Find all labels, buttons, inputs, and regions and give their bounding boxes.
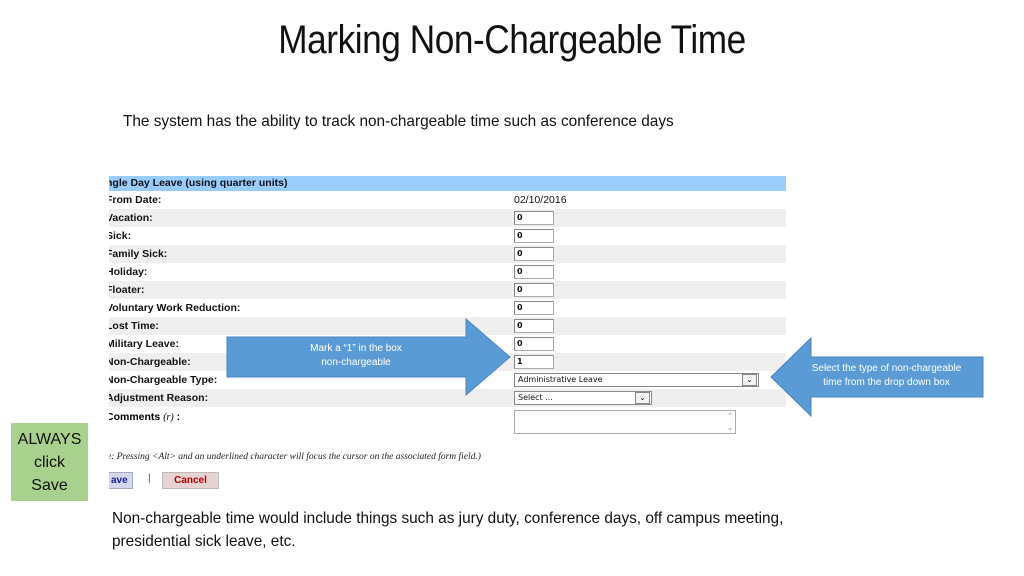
field-label: Holiday: (109, 266, 148, 278)
intro-text: The system has the ability to track non-… (123, 113, 674, 130)
save-button[interactable]: ave (109, 472, 133, 489)
field-label: Non-Chargeable Type: (109, 374, 218, 386)
holiday-input[interactable]: 0 (514, 265, 554, 279)
field-label: Adjustment Reason: (109, 392, 209, 404)
callout-line: Mark a “1” in the box (310, 343, 402, 354)
field-label: Sick: (109, 230, 132, 242)
button-separator: | (148, 473, 151, 484)
comments-hint: (r) (163, 412, 174, 423)
non-chargeable-type-select[interactable]: Administrative Leave ⌄ (514, 373, 759, 387)
note-line: Save (31, 477, 68, 494)
always-click-save-note: ALWAYS click Save (11, 423, 88, 501)
chevron-down-icon[interactable]: ⌄ (742, 374, 757, 386)
sick-input[interactable]: 0 (514, 229, 554, 243)
callout-arrow-left: Select the type of non-chargeable time f… (770, 336, 985, 418)
select-value: Administrative Leave (518, 375, 603, 384)
form-row-family-sick: Family Sick: 0 (109, 245, 786, 263)
note-line: click (33, 454, 66, 471)
chevron-down-icon[interactable]: ⌄ (635, 392, 650, 404)
field-label: From Date: (109, 194, 162, 206)
field-label: Voluntary Work Reduction: (109, 302, 241, 314)
comments-label-text: Comments (109, 411, 161, 423)
note-line: ALWAYS (17, 431, 82, 448)
floater-input[interactable]: 0 (514, 283, 554, 297)
callout-arrow-right: Mark a “1” in the box non-chargeable (226, 317, 512, 397)
scroll-up-icon[interactable]: ⌃ (727, 412, 733, 420)
family-sick-input[interactable]: 0 (514, 247, 554, 261)
vacation-input[interactable]: 0 (514, 211, 554, 225)
footer-text: Non-chargeable time would include things… (112, 510, 784, 550)
voluntary-work-reduction-input[interactable]: 0 (514, 301, 554, 315)
field-label: Lost Time: (109, 320, 159, 332)
adjustment-reason-select[interactable]: Select ... ⌄ (514, 391, 652, 405)
callout-text: Select the type of non-chargeable time f… (794, 362, 979, 390)
form-row-vacation: Vacation: 0 (109, 209, 786, 227)
form-row-sick: Sick: 0 (109, 227, 786, 245)
keyboard-hint: e: Pressing <Alt> and an underlined char… (109, 452, 481, 462)
field-label: Vacation: (109, 212, 153, 224)
form-row-floater: Floater: 0 (109, 281, 786, 299)
callout-text: Mark a “1” in the box non-chargeable (246, 342, 466, 370)
select-value: Select ... (518, 393, 553, 402)
non-chargeable-input[interactable]: 1 (514, 355, 554, 369)
comments-textarea[interactable]: ⌃ ⌄ (514, 410, 736, 434)
lost-time-input[interactable]: 0 (514, 319, 554, 333)
field-label: Floater: (109, 284, 145, 296)
callout-line: non-chargeable (321, 357, 391, 368)
callout-line: time from the drop down box (823, 377, 950, 388)
cancel-button[interactable]: Cancel (162, 472, 219, 489)
form-row-holiday: Holiday: 0 (109, 263, 786, 281)
field-label: Family Sick: (109, 248, 168, 260)
field-label: Military Leave: (109, 338, 179, 350)
callout-line: Select the type of non-chargeable (811, 363, 962, 374)
from-date-value: 02/10/2016 (514, 194, 567, 206)
scroll-down-icon[interactable]: ⌄ (727, 424, 733, 432)
military-leave-input[interactable]: 0 (514, 337, 554, 351)
field-label: Non-Chargeable: (109, 356, 191, 368)
form-header: ngle Day Leave (using quarter units) (109, 176, 786, 191)
form-row-from-date: From Date: 02/10/2016 (109, 191, 786, 209)
slide-title: Marking Non-Chargeable Time (278, 18, 746, 62)
comments-label: Comments (r) : (109, 411, 180, 423)
form-row-comments: Comments (r) : ⌃ ⌄ (109, 407, 786, 447)
form-row-voluntary-work-reduction: Voluntary Work Reduction: 0 (109, 299, 786, 317)
